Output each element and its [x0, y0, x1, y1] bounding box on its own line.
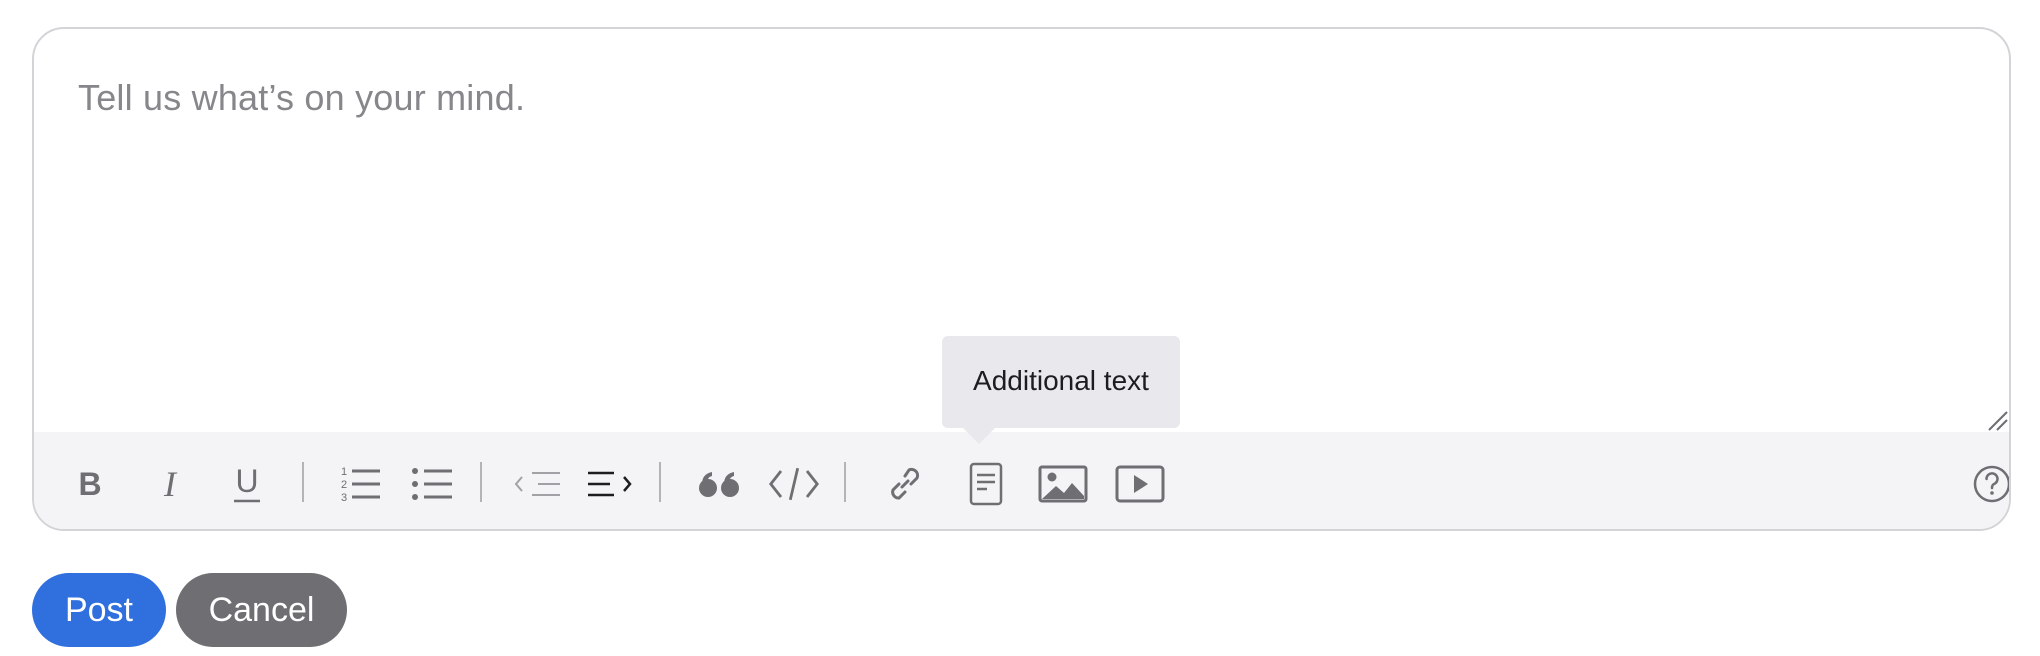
link-button[interactable]	[879, 458, 931, 510]
video-button[interactable]	[1114, 458, 1166, 510]
svg-text:I: I	[163, 464, 178, 504]
svg-text:2: 2	[341, 479, 347, 491]
italic-button[interactable]: I	[144, 458, 196, 510]
image-button[interactable]	[1037, 458, 1089, 510]
bold-button[interactable]: B	[64, 458, 116, 510]
tooltip-arrow	[963, 428, 995, 444]
toolbar-separator	[659, 462, 661, 502]
svg-text:U: U	[235, 463, 258, 499]
additional-text-icon	[969, 462, 1003, 506]
image-icon	[1038, 465, 1088, 503]
indent-icon	[588, 471, 632, 497]
italic-icon: I	[163, 464, 178, 504]
additional-text-tooltip: Additional text	[942, 336, 1180, 428]
cancel-button[interactable]: Cancel	[176, 573, 347, 647]
svg-text:B: B	[78, 466, 101, 502]
indent-button[interactable]	[584, 458, 636, 510]
bulleted-list-icon	[412, 468, 452, 500]
post-editor: Tell us what’s on your mind. B I U 1 2 3	[32, 27, 2011, 531]
additional-text-button[interactable]	[960, 458, 1012, 510]
formatting-toolbar: B I U 1 2 3	[34, 432, 2009, 529]
link-icon	[891, 467, 920, 500]
post-button[interactable]: Post	[32, 573, 166, 647]
svg-text:3: 3	[341, 492, 347, 504]
textarea-placeholder: Tell us what’s on your mind.	[78, 77, 526, 118]
underline-icon: U	[234, 463, 260, 503]
video-icon	[1115, 465, 1165, 503]
outdent-icon	[514, 472, 560, 496]
help-button[interactable]	[1966, 458, 2009, 510]
toolbar-separator	[302, 462, 304, 502]
ordered-list-icon: 1 2 3	[341, 466, 380, 504]
help-icon	[1973, 465, 2009, 503]
code-button[interactable]	[768, 458, 820, 510]
svg-text:1: 1	[341, 466, 347, 478]
bulleted-list-button[interactable]	[406, 458, 458, 510]
ordered-list-button[interactable]: 1 2 3	[334, 458, 386, 510]
quote-icon	[699, 472, 739, 497]
bold-icon: B	[78, 466, 101, 502]
outdent-button[interactable]	[512, 458, 564, 510]
code-icon	[769, 467, 819, 501]
quote-button[interactable]	[694, 458, 746, 510]
underline-button[interactable]: U	[221, 458, 273, 510]
toolbar-separator	[480, 462, 482, 502]
toolbar-separator	[844, 462, 846, 502]
resize-handle-icon[interactable]	[1987, 410, 2009, 432]
